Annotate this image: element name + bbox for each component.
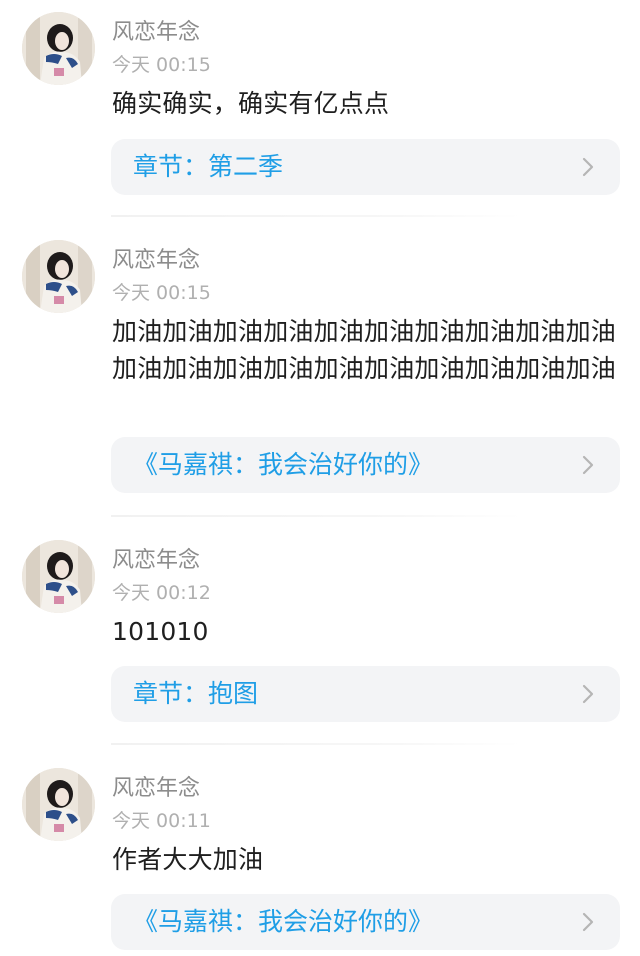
timestamp: 今天 00:12 [112,582,211,604]
chevron-right-icon [580,139,596,195]
user-avatar[interactable] [22,240,95,313]
user-avatar[interactable] [22,12,95,85]
divider [111,515,521,517]
divider [111,743,521,745]
reference-label: 章节：抱图 [133,679,259,708]
chevron-right-icon [580,894,596,950]
reference-label: 《马嘉祺：我会治好你的》 [133,450,434,479]
reference-card[interactable]: 《马嘉祺：我会治好你的》 [111,437,620,493]
timestamp: 今天 00:15 [112,54,211,76]
comment-text: 101010 [112,617,209,646]
avatar-image [22,240,95,313]
divider [111,215,521,217]
reference-card[interactable]: 《马嘉祺：我会治好你的》 [111,894,620,950]
avatar-image [22,12,95,85]
chevron-right-icon [580,437,596,493]
reference-card[interactable]: 章节：第二季 [111,139,620,195]
timestamp: 今天 00:11 [112,810,211,832]
reference-card[interactable]: 章节：抱图 [111,666,620,722]
comment-text: 作者大大加油 [112,845,264,874]
username[interactable]: 风恋年念 [112,18,200,48]
user-avatar[interactable] [22,768,95,841]
user-avatar[interactable] [22,540,95,613]
username[interactable]: 风恋年念 [112,774,200,804]
reference-label: 《马嘉祺：我会治好你的》 [133,907,434,936]
comment-text: 加油加油加油加油加油加油加油加油加油加油加油加油加油加油加油加油加油加油加油加油 [112,317,617,383]
avatar-image [22,540,95,613]
comment-text: 确实确实，确实有亿点点 [112,89,390,118]
timestamp: 今天 00:15 [112,282,211,304]
avatar-image [22,768,95,841]
chevron-right-icon [580,666,596,722]
username[interactable]: 风恋年念 [112,546,200,576]
username[interactable]: 风恋年念 [112,246,200,276]
reference-label: 章节：第二季 [133,152,284,181]
